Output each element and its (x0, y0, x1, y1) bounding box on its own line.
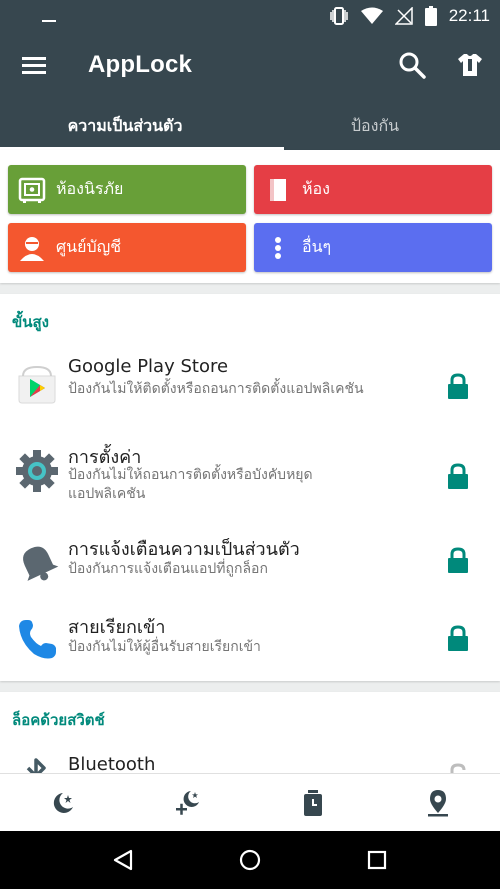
location-icon (427, 789, 448, 816)
theme-icon (458, 54, 482, 76)
advanced-section-title: ขั้นสูง (12, 313, 49, 331)
tab-privacy[interactable]: ความเป็นส่วนตัว (0, 103, 250, 150)
night-mode-icon (53, 792, 73, 813)
list-item-settings[interactable]: การตั้งค่า ป้องกันไม่ให้ถอนการติดตั้งหรื… (0, 434, 500, 514)
safe-label: ห้องนิรภัย (56, 179, 124, 198)
lock-toggle[interactable] (446, 462, 470, 490)
lock-toggle[interactable] (446, 546, 470, 574)
location-button[interactable] (375, 774, 500, 831)
app-bar: AppLock ความเป็นส่วนตัว ป้องกัน (0, 33, 500, 150)
list-item-incoming-call[interactable]: สายเรียกเข้า ป้องกันไม่ให้ผู้อื่นรับสายเ… (0, 606, 500, 676)
list-item-subtitle: ป้องกันไม่ให้ติดตั้งหรือถอนการติดตั้งแอป… (68, 381, 364, 397)
wifi-icon (360, 7, 383, 24)
no-signal-icon (394, 7, 413, 25)
switch-lock-section-title: ล็อคด้วยสวิตช์ (12, 711, 105, 729)
safe-icon (14, 172, 50, 208)
timer-button[interactable] (250, 774, 375, 831)
list-item-title: Bluetooth (68, 754, 156, 775)
menu-button[interactable] (18, 49, 50, 81)
add-night-button[interactable] (125, 774, 250, 831)
lock-toggle[interactable] (446, 624, 470, 652)
status-time: 22:11 (448, 6, 490, 25)
list-item-subtitle: ป้องกันไม่ให้ถอนการติดตั้งหรือบังคับหยุด… (68, 467, 313, 502)
battery-icon (424, 6, 437, 26)
lock-icon (448, 547, 468, 573)
phone-icon (14, 616, 60, 662)
other-button[interactable]: อื่นๆ (254, 223, 492, 272)
home-icon (239, 849, 261, 871)
lock-icon (448, 373, 468, 399)
back-button[interactable] (103, 840, 143, 880)
list-item-title: การแจ้งเตือนความเป็นส่วนตัว (68, 539, 300, 560)
settings-gear-icon (14, 448, 60, 494)
other-label: อื่นๆ (302, 237, 332, 256)
app-title: AppLock (88, 51, 193, 78)
lock-toggle[interactable] (446, 372, 470, 400)
list-item-google-play[interactable]: Google Play Store ป้องกันไม่ให้ติดตั้งหร… (0, 348, 500, 428)
list-item-subtitle: ป้องกันการแจ้งเตือนแอปที่ถูกล็อก (68, 561, 268, 577)
timer-icon (303, 789, 322, 816)
search-icon (399, 52, 426, 79)
status-bar: 22:11 (0, 0, 500, 33)
bell-icon (14, 538, 60, 584)
status-icons: 22:11 (329, 5, 490, 27)
advanced-card: ขั้นสูง Google Play Store ป้องกันไม่ให้ต… (0, 294, 500, 681)
account-center-button[interactable]: ศูนย์บัญชี (8, 223, 246, 272)
account-center-label: ศูนย์บัญชี (56, 237, 122, 256)
more-vert-icon (260, 230, 296, 266)
system-navigation-bar (0, 831, 500, 889)
tab-protect[interactable]: ป้องกัน (250, 103, 500, 150)
add-night-icon (175, 790, 199, 815)
quick-actions-panel: ห้องนิรภัย ห้อง ศูนย์บัญชี อื่นๆ (0, 150, 500, 283)
night-mode-button[interactable] (0, 774, 125, 831)
list-item-subtitle: ป้องกันไม่ให้ผู้อื่นรับสายเรียกเข้า (68, 639, 261, 655)
home-button[interactable] (230, 840, 270, 880)
theme-button[interactable] (454, 49, 486, 81)
back-icon (114, 849, 133, 871)
list-item-title: สายเรียกเข้า (68, 617, 166, 638)
room-button[interactable]: ห้อง (254, 165, 492, 214)
switch-lock-card: ล็อคด้วยสวิตช์ Bluetooth (0, 692, 500, 782)
tab-bar: ความเป็นส่วนตัว ป้องกัน (0, 103, 500, 150)
account-icon (14, 230, 50, 266)
search-button[interactable] (396, 49, 428, 81)
bottom-navigation (0, 773, 500, 831)
notification-dash (42, 20, 56, 22)
lock-icon (448, 625, 468, 651)
list-item-privacy-notification[interactable]: การแจ้งเตือนความเป็นส่วนตัว ป้องกันการแจ… (0, 528, 500, 598)
safe-button[interactable]: ห้องนิรภัย (8, 165, 246, 214)
recents-button[interactable] (357, 840, 397, 880)
menu-icon (22, 57, 46, 74)
recents-icon (367, 850, 386, 870)
lock-icon (448, 463, 468, 489)
list-item-title: Google Play Store (68, 356, 229, 377)
google-play-icon (14, 362, 60, 408)
room-door-icon (260, 172, 296, 208)
room-label: ห้อง (302, 179, 330, 198)
vibrate-icon (329, 7, 348, 25)
